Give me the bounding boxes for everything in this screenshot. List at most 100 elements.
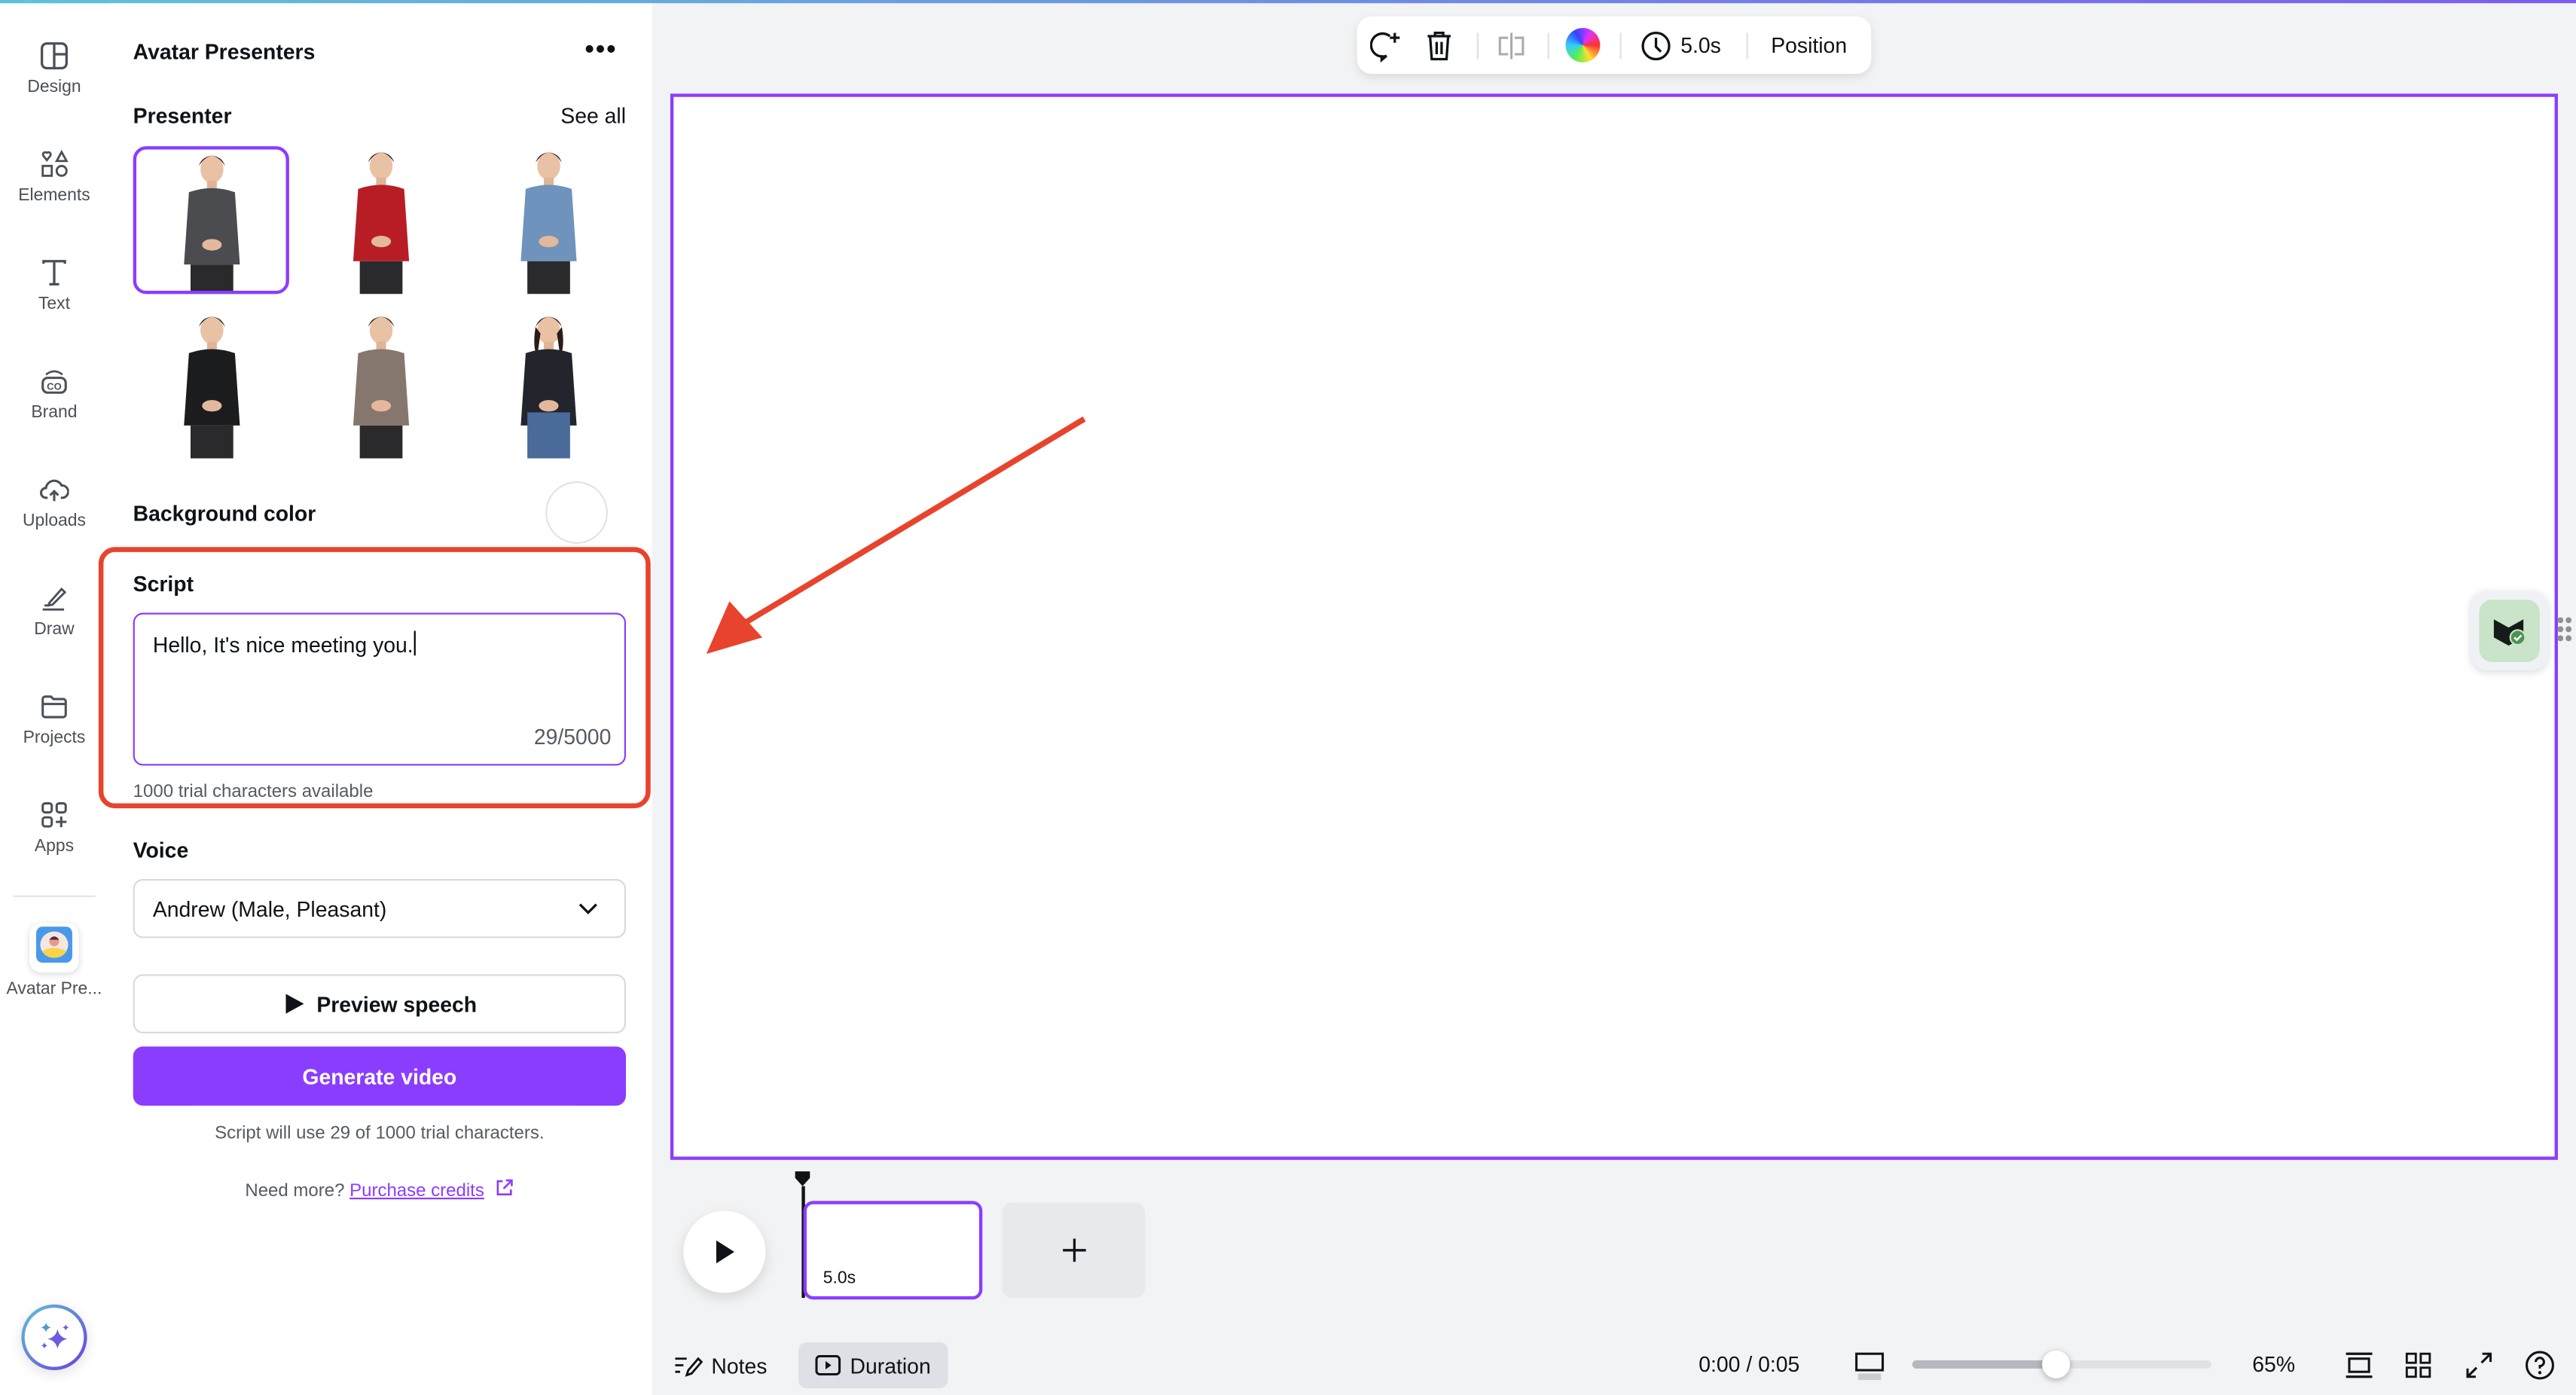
need-more-text: Need more? bbox=[245, 1181, 345, 1201]
voice-select[interactable]: Andrew (Male, Pleasant) bbox=[133, 878, 626, 939]
notes-label: Notes bbox=[711, 1353, 768, 1378]
split-icon[interactable] bbox=[1497, 31, 1526, 60]
rail-label: Design bbox=[27, 77, 81, 97]
presenter-option[interactable] bbox=[302, 310, 458, 459]
elements-icon bbox=[41, 149, 69, 177]
preview-speech-label: Preview speech bbox=[316, 991, 478, 1017]
voice-value: Andrew (Male, Pleasant) bbox=[152, 896, 387, 922]
more-dots-icon: ••• bbox=[584, 35, 618, 65]
magic-assistant-button[interactable] bbox=[21, 1304, 87, 1371]
context-toolbar: 5.0s Position bbox=[1357, 16, 1872, 75]
clip-duration: 5.0s bbox=[823, 1268, 856, 1288]
presenter-image bbox=[352, 151, 409, 295]
duration-button[interactable]: 5.0s bbox=[1680, 33, 1721, 58]
video-duration-icon bbox=[816, 1354, 841, 1376]
voice-label: Voice bbox=[133, 838, 189, 863]
help-icon[interactable] bbox=[2525, 1351, 2554, 1380]
page-view-icon[interactable] bbox=[1854, 1352, 1885, 1381]
annotation-arrow bbox=[706, 416, 1086, 655]
sparkle-icon bbox=[41, 1322, 69, 1349]
rail-text[interactable]: Text bbox=[0, 258, 108, 314]
presenter-image bbox=[183, 155, 240, 292]
position-button[interactable]: Position bbox=[1771, 33, 1847, 58]
playback-time: 0:00 / 0:05 bbox=[1699, 1352, 1800, 1377]
rail-label: Brand bbox=[31, 402, 78, 423]
rail-label: Text bbox=[38, 294, 70, 314]
plus-icon bbox=[1062, 1238, 1085, 1262]
notes-icon bbox=[675, 1357, 704, 1377]
fullscreen-icon[interactable] bbox=[2466, 1352, 2492, 1378]
presenter-image bbox=[352, 316, 409, 459]
external-link-icon bbox=[496, 1179, 513, 1195]
upload-cloud-icon bbox=[40, 479, 69, 502]
duration-label: Duration bbox=[850, 1353, 931, 1378]
rail-divider bbox=[13, 895, 96, 897]
avatar-app-icon bbox=[29, 923, 79, 973]
rail-label: Uploads bbox=[22, 511, 86, 531]
color-picker-button[interactable] bbox=[1565, 28, 1601, 63]
timeline-clip[interactable]: 5.0s bbox=[803, 1201, 983, 1300]
generate-video-label: Generate video bbox=[302, 1064, 457, 1088]
trial-available-text: 1000 trial characters available bbox=[133, 782, 374, 802]
draw-icon bbox=[42, 587, 67, 611]
rail-design[interactable]: Design bbox=[0, 41, 108, 97]
rail-brand[interactable]: CO Brand bbox=[0, 366, 108, 423]
more-options-button[interactable]: ••• bbox=[584, 36, 621, 69]
rail-uploads[interactable]: Uploads bbox=[0, 475, 108, 530]
rail-app-avatar-presenters[interactable]: Avatar Pre... bbox=[0, 923, 108, 999]
clock-icon bbox=[1641, 31, 1671, 61]
presenter-option[interactable] bbox=[133, 146, 289, 295]
grid-view-icon[interactable] bbox=[2405, 1352, 2431, 1378]
presenter-image bbox=[520, 316, 576, 459]
playhead-marker-icon[interactable] bbox=[793, 1170, 811, 1188]
svg-text:CO: CO bbox=[47, 381, 62, 392]
apps-icon bbox=[41, 802, 67, 828]
presenter-option[interactable] bbox=[302, 146, 458, 295]
rail-projects[interactable]: Projects bbox=[0, 691, 108, 747]
presenter-option[interactable] bbox=[133, 310, 289, 459]
design-icon bbox=[40, 42, 68, 70]
play-icon bbox=[716, 1240, 734, 1264]
folder-icon bbox=[41, 695, 67, 719]
preview-speech-button[interactable]: Preview speech bbox=[133, 974, 626, 1033]
presenter-option[interactable] bbox=[470, 146, 626, 295]
fit-page-icon[interactable] bbox=[2344, 1352, 2373, 1378]
script-counter: 29/5000 bbox=[533, 724, 612, 749]
zoom-slider[interactable] bbox=[1912, 1350, 2211, 1378]
rail-label: Avatar Pre... bbox=[6, 978, 102, 1000]
zoom-slider-thumb[interactable] bbox=[2042, 1350, 2071, 1378]
trash-icon[interactable] bbox=[1424, 29, 1454, 63]
presenter-image bbox=[183, 316, 240, 459]
add-page-button[interactable] bbox=[1002, 1202, 1146, 1299]
presenter-label: Presenter bbox=[133, 103, 232, 129]
script-label: Script bbox=[133, 572, 194, 597]
play-icon bbox=[285, 994, 304, 1014]
need-more-row: Need more? Purchase credits bbox=[133, 1178, 626, 1201]
rail-label: Apps bbox=[34, 836, 75, 856]
side-widget-button[interactable] bbox=[2471, 591, 2548, 670]
brand-icon: CO bbox=[41, 370, 67, 394]
notes-button[interactable]: Notes bbox=[673, 1351, 768, 1380]
script-text: Hello, It's nice meeting you. bbox=[152, 632, 414, 658]
purchase-credits-link[interactable]: Purchase credits bbox=[349, 1181, 484, 1201]
add-comment-icon[interactable] bbox=[1370, 29, 1403, 63]
usage-note: Script will use 29 of 1000 trial charact… bbox=[215, 1123, 545, 1144]
rail-elements[interactable]: Elements bbox=[0, 149, 108, 206]
text-cursor bbox=[413, 630, 415, 656]
rail-apps[interactable]: Apps bbox=[0, 800, 108, 856]
background-color-swatch[interactable] bbox=[545, 481, 609, 544]
zoom-level[interactable]: 65% bbox=[2252, 1352, 2295, 1377]
book-check-icon bbox=[2492, 619, 2526, 646]
duration-toggle-button[interactable]: Duration bbox=[798, 1342, 948, 1389]
text-icon bbox=[42, 260, 66, 285]
script-textarea[interactable]: Hello, It's nice meeting you. 29/5000 bbox=[133, 612, 626, 766]
generate-video-button[interactable]: Generate video bbox=[133, 1046, 626, 1106]
presenter-option[interactable] bbox=[470, 310, 626, 459]
panel-title: Avatar Presenters bbox=[133, 39, 316, 65]
drag-handle-icon[interactable] bbox=[2556, 616, 2573, 643]
rail-draw[interactable]: Draw bbox=[0, 583, 108, 639]
rail-label: Elements bbox=[18, 185, 90, 206]
see-all-link[interactable]: See all bbox=[560, 103, 626, 128]
play-button[interactable] bbox=[683, 1210, 766, 1293]
zoom-slider-fill bbox=[1912, 1360, 2056, 1369]
